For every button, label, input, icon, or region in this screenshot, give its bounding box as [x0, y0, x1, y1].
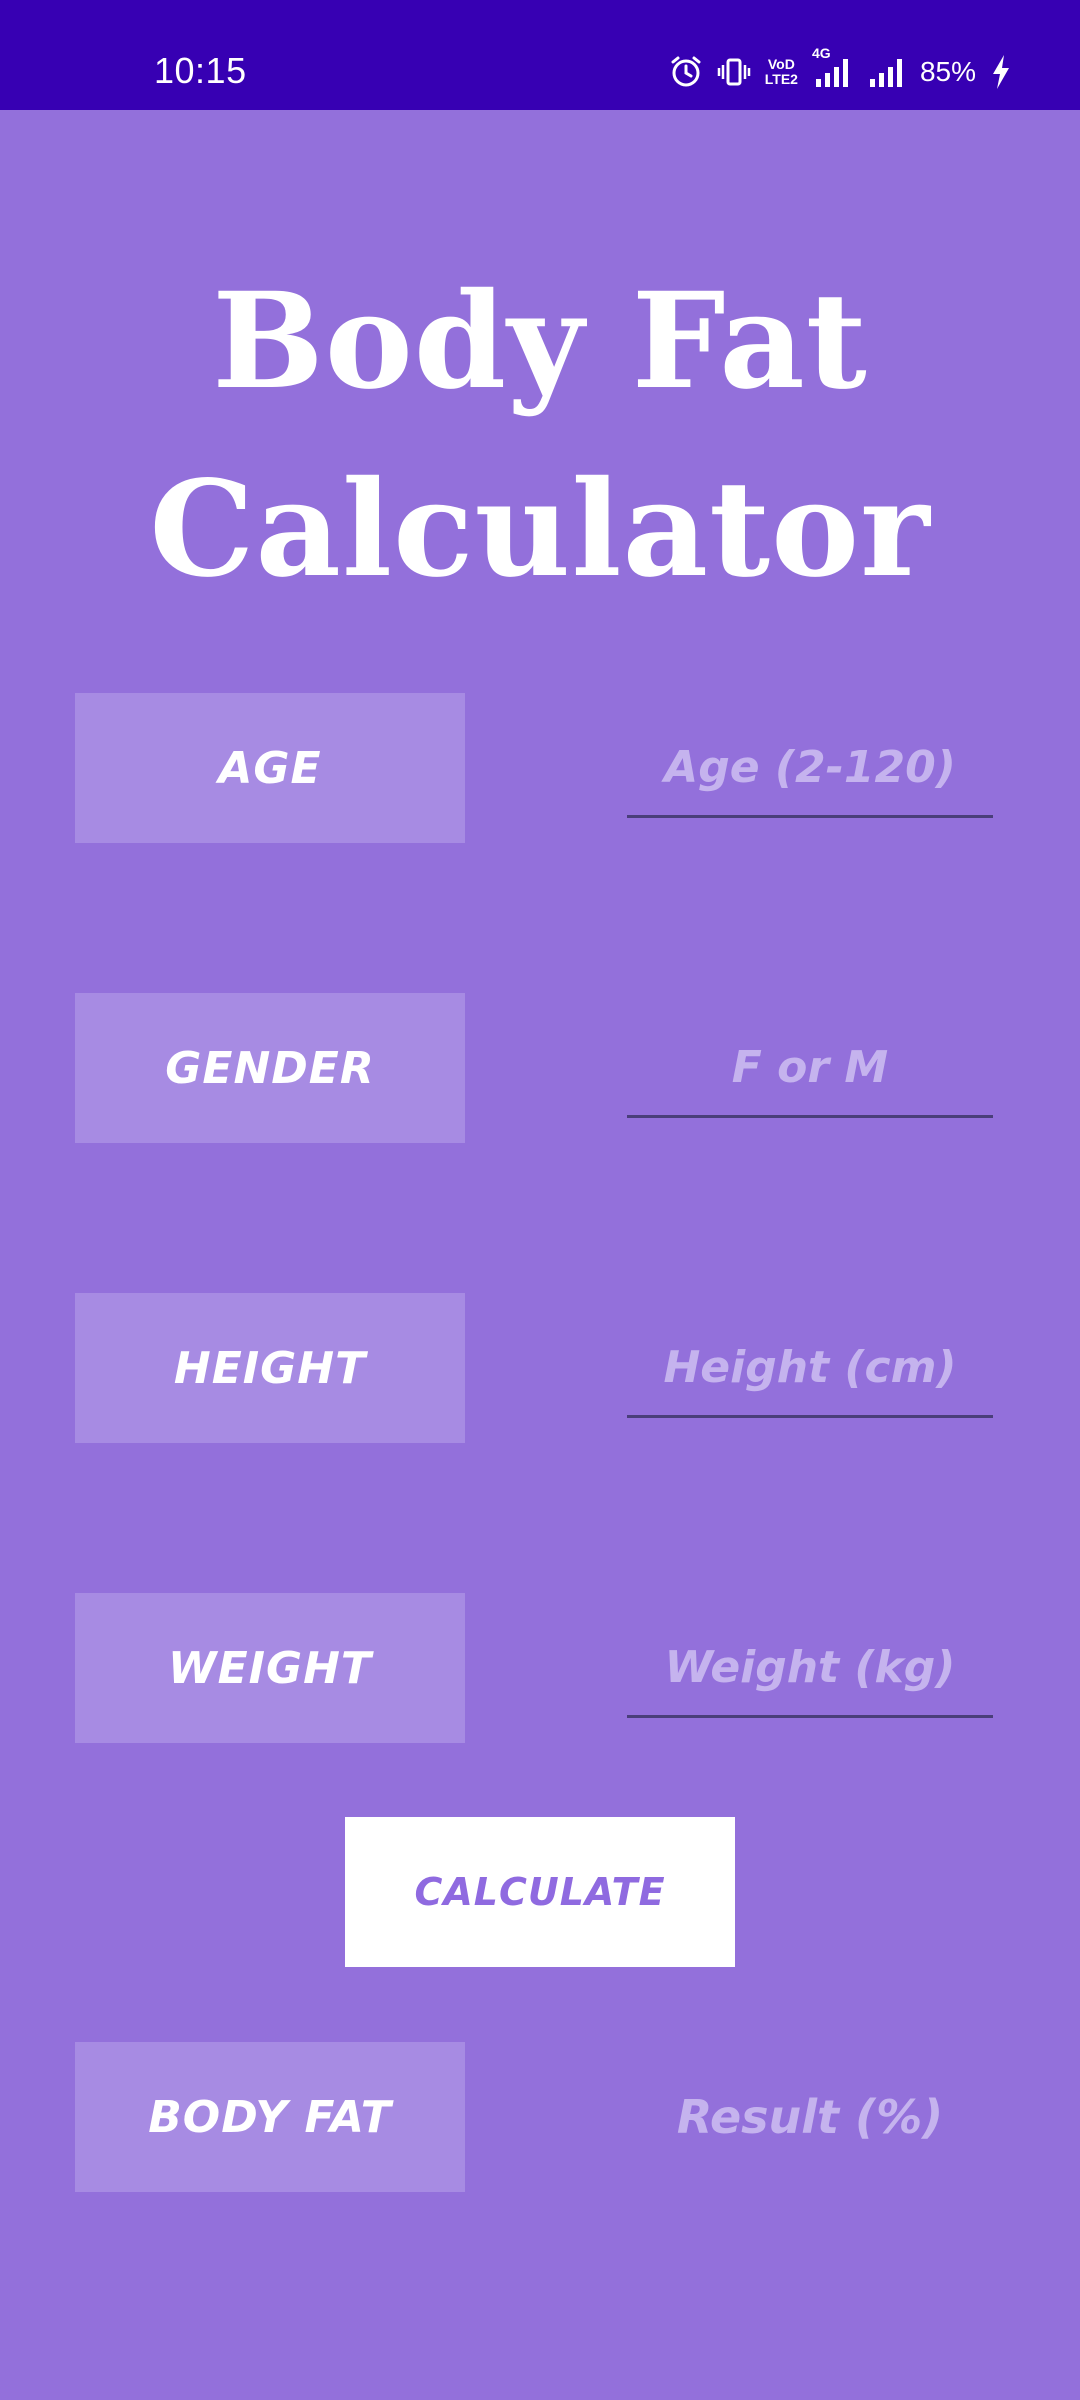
vibrate-icon [717, 55, 751, 89]
charging-icon [990, 54, 1012, 90]
calculate-button[interactable]: CALCULATE [345, 1817, 735, 1967]
gender-input[interactable] [627, 1019, 993, 1118]
status-bar: 10:15 VoD LTE2 4G 85% [0, 0, 1080, 110]
signal-icon [866, 55, 906, 89]
signal-4g-icon: 4G [812, 45, 852, 89]
alarm-icon [669, 55, 703, 89]
status-time: 10:15 [154, 50, 247, 91]
title-line-2: Calculator [149, 452, 931, 607]
height-label: HEIGHT [75, 1293, 465, 1443]
battery-level: 85% [919, 56, 976, 87]
status-icons: VoD LTE2 4G 85% [669, 45, 1012, 94]
gender-label: GENDER [75, 993, 465, 1143]
network-type-label: 4G [811, 45, 831, 61]
age-input[interactable] [627, 719, 993, 818]
volte-bottom-label: LTE2 [764, 71, 798, 87]
volte-icon: VoD LTE2 [765, 57, 798, 87]
weight-input[interactable] [627, 1619, 993, 1718]
title-line-1: Body Fat [212, 264, 868, 419]
age-label: AGE [75, 693, 465, 843]
volte-top-label: VoD [767, 56, 795, 72]
page-title: Body Fat Calculator [0, 248, 1080, 624]
height-input[interactable] [627, 1319, 993, 1418]
result-value: Result (%) [676, 2090, 944, 2144]
weight-label: WEIGHT [75, 1593, 465, 1743]
body-fat-label: BODY FAT [75, 2042, 465, 2192]
